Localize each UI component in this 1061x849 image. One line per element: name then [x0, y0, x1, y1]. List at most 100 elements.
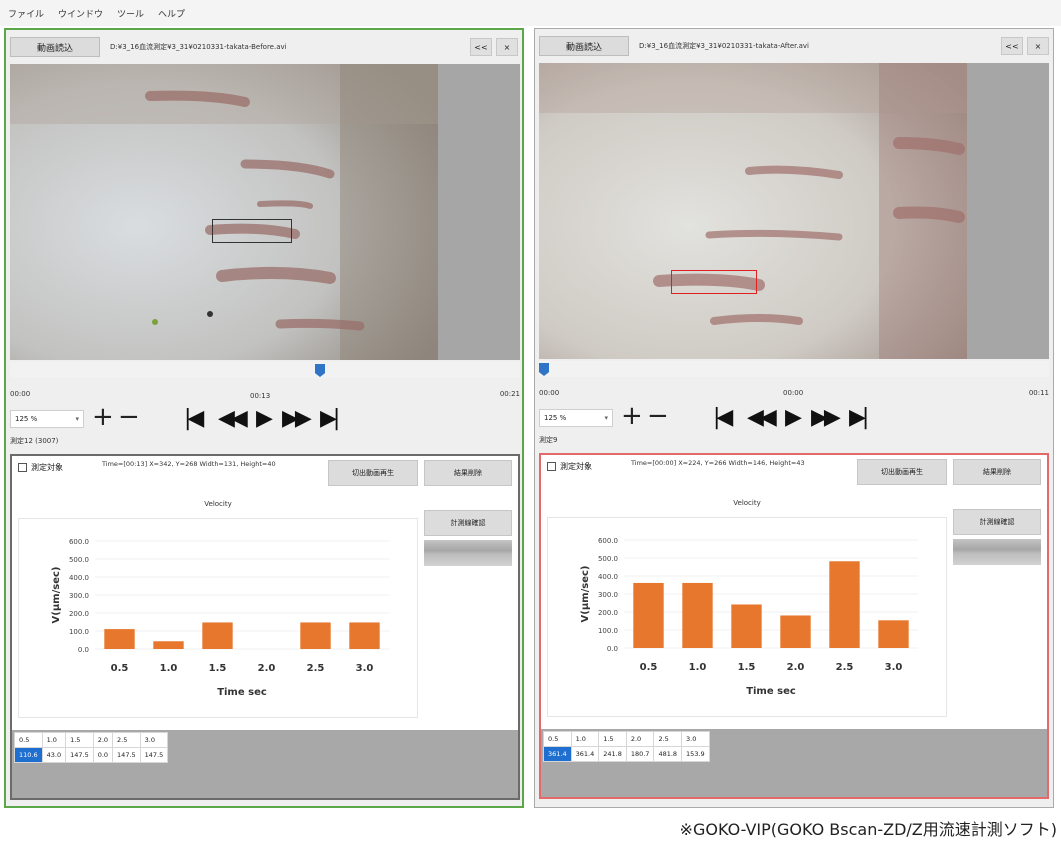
line-thumbnail	[953, 539, 1041, 565]
chart-title: Velocity	[204, 500, 232, 508]
bar	[780, 615, 811, 648]
collapse-button[interactable]: <<	[1001, 37, 1023, 55]
table-cell[interactable]: 361.4	[570, 746, 600, 762]
seek-thumb[interactable]	[539, 363, 549, 376]
table-cell[interactable]: 0.0	[92, 747, 114, 763]
x-tick-label: 1.0	[689, 662, 707, 673]
table-cell[interactable]: 147.5	[139, 747, 169, 763]
table-header-cell: 0.5	[14, 732, 43, 748]
x-tick-label: 3.0	[356, 663, 374, 674]
table-cell[interactable]: 153.9	[681, 746, 710, 762]
table-cell[interactable]: 241.8	[598, 746, 627, 762]
roi-rectangle[interactable]	[212, 219, 292, 243]
seek-thumb[interactable]	[315, 364, 325, 377]
close-button[interactable]: ×	[1027, 37, 1049, 55]
play-icon[interactable]: ▶	[256, 406, 273, 432]
file-path: D:¥3_16血流測定¥3_31¥0210331-takata-Before.a…	[110, 43, 287, 51]
verify-line-button[interactable]: 計測線確認	[953, 509, 1041, 535]
table-cell[interactable]: 110.6	[14, 747, 43, 763]
zoom-select[interactable]: 125 % ▾	[539, 409, 613, 427]
y-axis-label: V(μm/sec)	[51, 567, 62, 624]
zoom-in-icon[interactable]: +	[621, 403, 643, 429]
x-tick-label: 3.0	[885, 662, 903, 673]
velocity-chart-svg: 600.0 500.0 400.0 300.0 200.0 100.0 0.0 0.5 1.0 1…	[580, 537, 918, 697]
table-cell[interactable]: 147.5	[112, 747, 141, 763]
checkbox[interactable]	[547, 462, 556, 471]
seek-bar[interactable]	[10, 362, 520, 378]
menu-window[interactable]: ウインドウ	[58, 7, 103, 20]
x-tick-label: 1.5	[738, 662, 756, 673]
roi-rectangle[interactable]	[671, 270, 757, 294]
menu-file[interactable]: ファイル	[8, 7, 44, 20]
table-header-cell: 1.5	[598, 731, 627, 747]
collapse-button[interactable]: <<	[470, 38, 492, 56]
time-current: 00:00	[783, 389, 804, 397]
time-end: 00:21	[499, 390, 520, 398]
x-axis-label: Time sec	[217, 687, 267, 698]
video-viewport[interactable]	[539, 63, 1049, 359]
play-icon[interactable]: ▶	[785, 405, 802, 431]
zoom-out-icon[interactable]: −	[118, 404, 140, 430]
video-frame	[10, 64, 438, 360]
x-tick-label: 2.0	[787, 662, 805, 673]
video-viewport[interactable]	[10, 64, 520, 360]
value-table: 0.5 1.0 1.5 2.0 2.5 3.0 361.4 361.4 241.8 180.7 48…	[543, 731, 710, 762]
load-video-button[interactable]: 動画読込	[10, 37, 100, 57]
zoom-select[interactable]: 125 % ▾	[10, 410, 84, 428]
y-tick-label: 200.0	[598, 609, 618, 617]
bar	[153, 641, 184, 649]
video-toolbar: 動画読込 D:¥3_16血流測定¥3_31¥0210331-takata-Bef…	[10, 36, 518, 58]
rewind-icon[interactable]: ◀◀	[747, 405, 777, 431]
zoom-out-icon[interactable]: −	[647, 403, 669, 429]
skip-start-icon[interactable]: |◀	[713, 405, 733, 431]
chevron-down-icon: ▾	[75, 415, 79, 423]
verify-line-button[interactable]: 計測線確認	[424, 510, 512, 536]
bar	[829, 561, 860, 648]
time-end: 00:11	[1028, 389, 1049, 397]
skip-end-icon[interactable]: ▶|	[849, 405, 869, 431]
table-header-cell: 1.5	[65, 732, 94, 748]
rewind-icon[interactable]: ◀◀	[218, 406, 248, 432]
measure-target-checkbox[interactable]: 測定対象	[18, 462, 63, 473]
delete-result-button[interactable]: 結果削除	[953, 459, 1041, 485]
seek-bar[interactable]	[539, 361, 1049, 377]
skip-start-icon[interactable]: |◀	[184, 406, 204, 432]
table-header-cell: 3.0	[139, 732, 169, 748]
table-cell[interactable]: 180.7	[625, 746, 655, 762]
delete-result-button[interactable]: 結果削除	[424, 460, 512, 486]
bar	[682, 582, 713, 648]
y-tick-label: 0.0	[78, 646, 89, 654]
file-path: D:¥3_16血流測定¥3_31¥0210331-takata-After.av…	[639, 42, 809, 50]
measurement-label: 測定12 (3007)	[10, 437, 59, 445]
x-tick-label: 2.5	[307, 663, 325, 674]
skip-end-icon[interactable]: ▶|	[320, 406, 340, 432]
menu-help[interactable]: ヘルプ	[158, 7, 185, 20]
y-tick-label: 0.0	[607, 645, 618, 653]
table-header-cell: 2.0	[92, 732, 114, 748]
zoom-in-icon[interactable]: +	[92, 404, 114, 430]
bar	[349, 622, 380, 649]
load-video-button[interactable]: 動画読込	[539, 36, 629, 56]
table-cell[interactable]: 481.8	[653, 746, 683, 762]
y-tick-label: 500.0	[69, 556, 89, 564]
y-tick-label: 600.0	[598, 537, 618, 545]
y-tick-label: 100.0	[69, 628, 89, 636]
measure-target-checkbox[interactable]: 測定対象	[547, 461, 592, 472]
table-cell[interactable]: 361.4	[543, 746, 572, 762]
table-header-cell: 0.5	[543, 731, 572, 747]
close-button[interactable]: ×	[496, 38, 518, 56]
fast-forward-icon[interactable]: ▶▶	[811, 405, 841, 431]
checkbox-label: 測定対象	[31, 463, 63, 472]
cut-play-button[interactable]: 切出動画再生	[857, 459, 947, 485]
roi-info: Time=[00:00] X=224, Y=266 Width=146, Hei…	[631, 459, 805, 467]
value-table: 0.5 1.0 1.5 2.0 2.5 3.0 110.6 43.0 147.5 0.0 147.5…	[14, 732, 169, 763]
fast-forward-icon[interactable]: ▶▶	[282, 406, 312, 432]
menu-tools[interactable]: ツール	[117, 7, 144, 20]
cut-play-button[interactable]: 切出動画再生	[328, 460, 418, 486]
y-tick-label: 100.0	[598, 627, 618, 635]
table-cell[interactable]: 147.5	[65, 747, 94, 763]
table-cell[interactable]: 43.0	[41, 747, 67, 763]
line-thumbnail	[424, 540, 512, 566]
checkbox[interactable]	[18, 463, 27, 472]
table-row: 110.6 43.0 147.5 0.0 147.5 147.5	[14, 747, 169, 763]
